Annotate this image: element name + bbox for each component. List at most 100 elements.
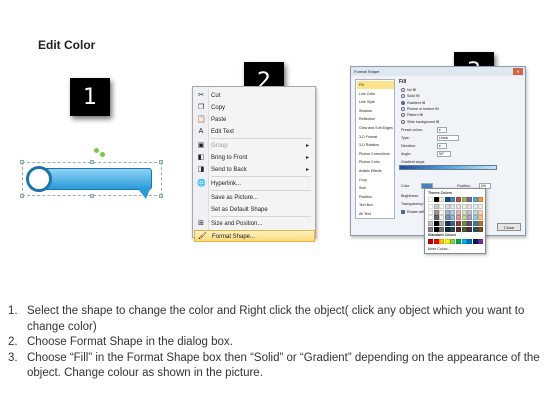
color-swatch[interactable]: [456, 209, 461, 215]
color-swatch[interactable]: [433, 197, 439, 202]
standard-color-swatch[interactable]: [450, 239, 456, 244]
adjust-handle[interactable]: [100, 152, 105, 157]
color-swatch[interactable]: [428, 226, 433, 232]
category-glow-and-soft-edges[interactable]: Glow and Soft Edges: [357, 124, 394, 132]
category-shadow[interactable]: Shadow: [357, 107, 394, 115]
fill-option-pattern-fill[interactable]: Pattern fill: [401, 112, 423, 118]
color-swatch[interactable]: [428, 209, 433, 215]
color-swatch[interactable]: [478, 226, 484, 232]
color-swatch[interactable]: [467, 209, 473, 215]
menu-item-group[interactable]: ▣ Group ▸: [194, 140, 315, 152]
color-swatch[interactable]: [439, 226, 445, 232]
color-swatch[interactable]: [472, 204, 478, 210]
menu-item-size-and-position[interactable]: ⊞ Size and Position...: [194, 218, 315, 230]
color-swatch[interactable]: [428, 215, 433, 221]
color-swatch[interactable]: [456, 220, 461, 226]
color-swatch[interactable]: [478, 209, 484, 215]
color-swatch[interactable]: [450, 215, 456, 221]
fill-option-slide-background-fill[interactable]: Slide background fill: [401, 119, 439, 125]
color-swatch[interactable]: [439, 204, 445, 210]
category-text-box[interactable]: Text Box: [357, 201, 394, 209]
color-swatch[interactable]: [450, 226, 456, 232]
resize-handle[interactable]: [90, 194, 94, 198]
standard-color-swatch[interactable]: [428, 239, 433, 244]
category-3-d-rotation[interactable]: 3-D Rotation: [357, 141, 394, 149]
color-swatch[interactable]: [428, 197, 433, 202]
color-swatch[interactable]: [428, 204, 433, 210]
category-size[interactable]: Size: [357, 184, 394, 192]
color-swatch[interactable]: [450, 220, 456, 226]
color-swatch[interactable]: [456, 197, 461, 202]
category-3-d-format[interactable]: 3-D Format: [357, 133, 394, 141]
standard-color-swatch[interactable]: [472, 239, 478, 244]
color-swatch[interactable]: [472, 215, 478, 221]
color-swatch[interactable]: [456, 226, 461, 232]
color-swatch[interactable]: [472, 209, 478, 215]
color-swatch[interactable]: [439, 197, 445, 202]
category-picture-corrections[interactable]: Picture Corrections: [357, 150, 394, 158]
color-swatch[interactable]: [478, 197, 484, 202]
color-swatch[interactable]: [439, 220, 445, 226]
resize-handle[interactable]: [159, 194, 163, 198]
fill-option-picture-or-texture-fill[interactable]: Picture or texture fill: [401, 106, 439, 112]
preset-colors-dropdown[interactable]: ▾: [437, 127, 447, 133]
menu-item-hyperlink[interactable]: 🌐 Hyperlink...: [194, 178, 315, 190]
color-swatch[interactable]: [461, 226, 467, 232]
menu-item-bring-to-front[interactable]: ◧ Bring to Front ▸: [194, 152, 315, 164]
color-swatch[interactable]: [450, 197, 456, 202]
standard-color-swatch[interactable]: [433, 239, 439, 244]
category-crop[interactable]: Crop: [357, 176, 394, 184]
rotation-handle[interactable]: [94, 148, 99, 153]
fill-option-gradient-fill[interactable]: Gradient fill: [401, 100, 425, 106]
fill-option-solid-fill[interactable]: Solid fill: [401, 93, 419, 99]
color-swatch[interactable]: [461, 220, 467, 226]
category-picture-color[interactable]: Picture Color: [357, 158, 394, 166]
category-line-color[interactable]: Line Color: [357, 90, 394, 98]
resize-handle[interactable]: [20, 160, 24, 164]
menu-item-copy[interactable]: ❐ Copy: [194, 102, 315, 114]
color-swatch[interactable]: [439, 209, 445, 215]
category-line-style[interactable]: Line Style: [357, 98, 394, 106]
selected-callout-shape[interactable]: [20, 148, 163, 200]
color-swatch[interactable]: [439, 215, 445, 221]
category-reflection[interactable]: Reflection: [357, 115, 394, 123]
standard-color-swatch[interactable]: [456, 239, 461, 244]
color-swatch[interactable]: [467, 220, 473, 226]
color-swatch[interactable]: [444, 197, 450, 202]
standard-color-swatch[interactable]: [478, 239, 484, 244]
color-swatch[interactable]: [444, 209, 450, 215]
color-swatch[interactable]: [467, 226, 473, 232]
color-swatch[interactable]: [428, 220, 433, 226]
menu-item-cut[interactable]: ✂ Cut: [194, 90, 315, 102]
color-swatch[interactable]: [461, 197, 467, 202]
color-swatch[interactable]: [467, 197, 473, 202]
color-swatch[interactable]: [478, 220, 484, 226]
color-swatch[interactable]: [433, 215, 439, 221]
menu-item-format-shape[interactable]: 🖌 Format Shape...: [194, 230, 315, 242]
standard-color-swatch[interactable]: [439, 239, 445, 244]
color-swatch[interactable]: [450, 204, 456, 210]
color-swatch[interactable]: [472, 220, 478, 226]
color-swatch[interactable]: [433, 226, 439, 232]
standard-color-swatch[interactable]: [467, 239, 473, 244]
standard-color-swatch[interactable]: [461, 239, 467, 244]
resize-handle[interactable]: [90, 160, 94, 164]
close-icon[interactable]: ✕: [513, 68, 523, 75]
color-swatch[interactable]: [467, 215, 473, 221]
color-swatch[interactable]: [433, 204, 439, 210]
menu-item-send-to-back[interactable]: ◨ Send to Back ▸: [194, 164, 315, 176]
category-artistic-effects[interactable]: Artistic Effects: [357, 167, 394, 175]
fill-option-no-fill[interactable]: No fill: [401, 87, 416, 93]
resize-handle[interactable]: [20, 194, 24, 198]
dialog-close-button[interactable]: Close: [497, 223, 521, 231]
color-swatch[interactable]: [433, 209, 439, 215]
color-swatch[interactable]: [456, 204, 461, 210]
menu-item-set-as-default-shape[interactable]: Set as Default Shape: [194, 204, 315, 216]
direction-dropdown[interactable]: ▾: [437, 143, 447, 149]
color-swatch[interactable]: [478, 204, 484, 210]
gradient-stop-bar[interactable]: [399, 165, 497, 170]
menu-item-edit-text[interactable]: A Edit Text: [194, 126, 315, 138]
color-swatch[interactable]: [456, 215, 461, 221]
color-swatch[interactable]: [444, 226, 450, 232]
color-swatch[interactable]: [467, 204, 473, 210]
